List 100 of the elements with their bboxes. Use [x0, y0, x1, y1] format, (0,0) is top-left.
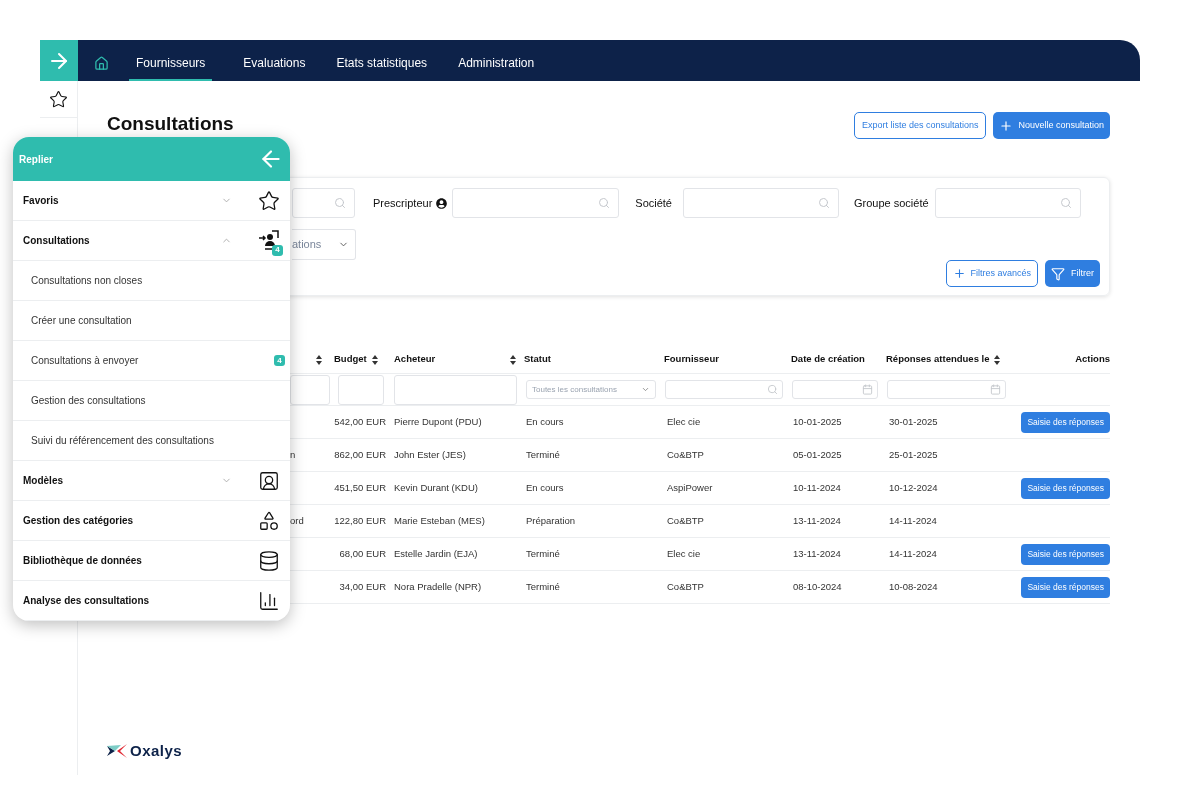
- column-header: Fournisseur: [664, 352, 719, 367]
- menu-item[interactable]: Consultations à envoyer 4: [13, 341, 290, 381]
- advanced-filters-button[interactable]: Filtres avancés: [946, 260, 1038, 287]
- table-cell-text: Terminé: [525, 447, 561, 462]
- logo-mark-icon: [107, 743, 127, 758]
- table-cell-text: En cours: [525, 480, 565, 495]
- table-cell-text: Nora Pradelle (NPR): [393, 579, 483, 594]
- table-cell-text: 862,00 EUR: [334, 447, 386, 462]
- chevron-down-icon: [641, 385, 650, 394]
- field-label: Groupe société: [854, 195, 929, 211]
- search-field[interactable]: [452, 188, 620, 218]
- search-icon: [818, 197, 830, 209]
- menu-item[interactable]: Consultations non closes: [13, 261, 290, 301]
- search-field[interactable]: [665, 380, 783, 399]
- table-cell-text: 68,00 EUR: [339, 546, 386, 561]
- table-cell-text: Marie Esteban (MES): [393, 513, 486, 528]
- table-cell-text: 14-11-2024: [888, 546, 938, 561]
- enter-responses-button[interactable]: Saisie des réponses: [1021, 576, 1110, 598]
- search-field[interactable]: [683, 188, 839, 218]
- menu-item[interactable]: Gestion des consultations: [13, 381, 290, 421]
- search-icon: [1059, 197, 1072, 209]
- menu-section[interactable]: Analyse des consultations: [13, 581, 290, 621]
- menu-section[interactable]: Favoris: [13, 181, 290, 221]
- nav-tab[interactable]: Administration: [458, 51, 535, 81]
- calendar-icon: [862, 384, 873, 395]
- table-cell-text: 14-11-2024: [888, 513, 938, 528]
- count-badge: 4: [272, 244, 283, 256]
- nav-tab[interactable]: Fournisseurs: [129, 51, 213, 81]
- star-icon[interactable]: [49, 89, 68, 109]
- shapes-icon: [258, 509, 280, 532]
- table-cell-text: 30-01-2025: [888, 414, 939, 429]
- table-cell-text: 10-11-2024: [792, 480, 842, 495]
- search-icon: [767, 384, 778, 395]
- database-icon: [258, 549, 280, 572]
- field-label: Prescripteur: [373, 195, 433, 211]
- export-button[interactable]: Export liste des consultations: [853, 112, 987, 139]
- date-field[interactable]: [792, 380, 878, 399]
- table-cell-text: Kevin Durant (KDU): [393, 480, 479, 495]
- person-arrow-icon: [258, 229, 280, 252]
- logo-text: Oxalys: [130, 740, 183, 761]
- new-consultation-button[interactable]: Nouvelle consultation: [993, 112, 1110, 139]
- column-header: Actions: [1075, 352, 1110, 367]
- filter-icon: [1051, 266, 1065, 281]
- plus-icon: [999, 118, 1014, 133]
- table-cell-text: 10-12-2024: [888, 480, 939, 495]
- sort-icon[interactable]: [510, 354, 516, 365]
- nav-tab[interactable]: Etats statistiques: [336, 51, 428, 81]
- table-cell-text: 05-01-2025: [792, 447, 843, 462]
- table-cell-text: AspiPower: [666, 480, 714, 495]
- home-icon[interactable]: [94, 56, 109, 71]
- sort-icon[interactable]: [316, 354, 322, 365]
- calendar-icon: [990, 384, 1001, 395]
- enter-responses-button[interactable]: Saisie des réponses: [1021, 411, 1110, 433]
- user-icon: [436, 197, 448, 209]
- table-cell-text: Elec cie: [666, 546, 702, 561]
- table-cell-text: 25-01-2025: [888, 447, 939, 462]
- search-field[interactable]: [394, 374, 517, 405]
- search-field[interactable]: [338, 374, 384, 405]
- expand-button[interactable]: [40, 40, 78, 81]
- sort-icon[interactable]: [994, 354, 1001, 365]
- bar-chart-icon: [258, 589, 280, 612]
- search-field[interactable]: [934, 188, 1081, 218]
- table-cell-text: 10-08-2024: [888, 579, 939, 594]
- date-field[interactable]: [887, 380, 1006, 399]
- plus-icon: [953, 267, 967, 280]
- table-cell: ord: [290, 514, 304, 526]
- menu-section[interactable]: Modèles: [13, 461, 290, 501]
- enter-responses-button[interactable]: Saisie des réponses: [1021, 543, 1110, 565]
- menu-item[interactable]: Suivi du référencement des consultations: [13, 421, 290, 461]
- page-title: Consultations: [107, 112, 234, 136]
- table-cell-text: Estelle Jardin (EJA): [393, 546, 479, 561]
- table-cell-text: Elec cie: [666, 414, 702, 429]
- table-cell-text: Terminé: [525, 546, 561, 561]
- enter-responses-button[interactable]: Saisie des réponses: [1021, 477, 1110, 499]
- menu-section[interactable]: Gestion des catégories: [13, 501, 290, 541]
- table-cell-text: 08-10-2024: [792, 579, 843, 594]
- field-label: Société: [635, 195, 672, 211]
- table-cell-text: Co&BTP: [666, 447, 705, 462]
- menu-item[interactable]: Créer une consultation: [13, 301, 290, 341]
- nav-tab[interactable]: Evaluations: [243, 51, 306, 81]
- consultation-select[interactable]: ations: [292, 229, 356, 260]
- sort-icon[interactable]: [371, 354, 378, 365]
- column-header: Date de création: [791, 352, 865, 367]
- person-card-icon: [258, 469, 280, 492]
- table-cell-text: Pierre Dupont (PDU): [393, 414, 483, 429]
- search-icon: [334, 197, 346, 209]
- filter-button[interactable]: Filtrer: [1045, 260, 1100, 287]
- column-header: Budget: [334, 352, 367, 367]
- column-header: Réponses attendues le: [886, 352, 990, 367]
- table-cell-text: 13-11-2024: [792, 513, 842, 528]
- table-cell-text: Terminé: [525, 579, 561, 594]
- search-icon: [598, 197, 611, 209]
- menu-section[interactable]: Bibliothèque de données: [13, 541, 290, 581]
- table-cell-text: 122,80 EUR: [334, 513, 386, 528]
- menu-section[interactable]: Consultations 4: [13, 221, 290, 261]
- column-header: Statut: [524, 352, 551, 367]
- table-cell-text: Préparation: [525, 513, 577, 528]
- table-cell: n: [290, 448, 296, 460]
- table-cell-text: En cours: [525, 414, 565, 429]
- search-field[interactable]: [292, 188, 355, 218]
